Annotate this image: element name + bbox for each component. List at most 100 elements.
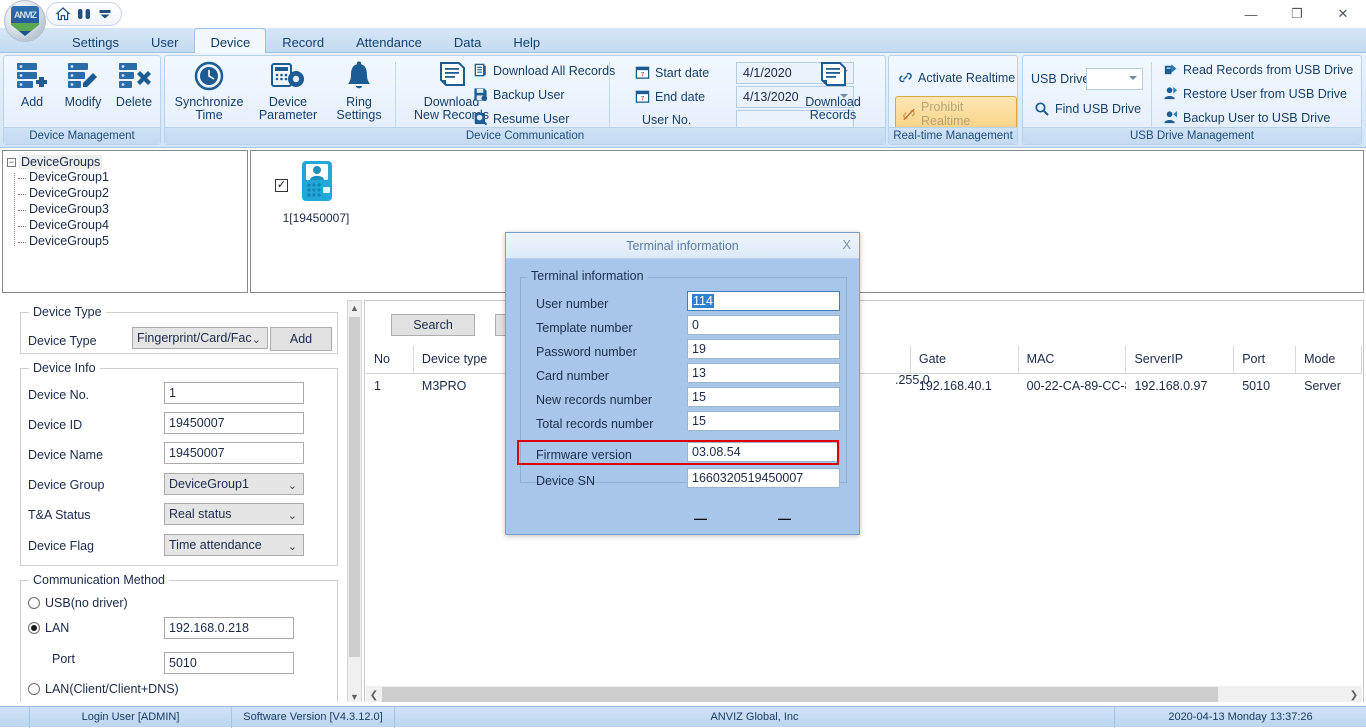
tree-item-devicegroup4[interactable]: DeviceGroup4 bbox=[29, 217, 247, 233]
dialog-close-icon[interactable]: X bbox=[842, 237, 851, 252]
scroll-left-icon[interactable]: ❮ bbox=[366, 690, 382, 701]
read-records-usb-button[interactable]: Read Records from USB Drive bbox=[1160, 61, 1356, 78]
restore-user-usb-button[interactable]: Restore User from USB Drive bbox=[1160, 85, 1350, 102]
chevron-down-icon[interactable]: ⌄ bbox=[252, 332, 261, 349]
device-flag-select[interactable]: Time attendance ⌄ bbox=[164, 534, 304, 556]
password-number-input[interactable]: 19 bbox=[687, 339, 840, 359]
tab-settings[interactable]: Settings bbox=[56, 28, 135, 53]
device-type-select[interactable]: Fingerprint/Card/Fac ⌄ bbox=[132, 327, 268, 349]
new-records-number-label: New records number bbox=[536, 393, 652, 407]
chevron-down-icon[interactable]: ⌄ bbox=[288, 539, 297, 556]
download-records-button[interactable]: Download Records bbox=[795, 59, 871, 124]
dropdown-icon[interactable] bbox=[97, 6, 113, 22]
dialog-button-2[interactable]: — bbox=[778, 511, 791, 526]
close-button[interactable]: ✕ bbox=[1320, 0, 1366, 28]
tree-root-node[interactable]: − DeviceGroups bbox=[7, 155, 247, 169]
chevron-down-icon[interactable]: ⌄ bbox=[288, 508, 297, 525]
column-header-serverip[interactable]: ServerIP bbox=[1126, 346, 1234, 373]
scrollbar-thumb[interactable] bbox=[349, 317, 360, 657]
maximize-button[interactable]: ❐ bbox=[1274, 0, 1320, 28]
column-header-gate[interactable]: Gate bbox=[911, 346, 1019, 373]
radio-lan-client-dns[interactable]: LAN(Client/Client+DNS) bbox=[28, 682, 179, 696]
status-company: ANVIZ Global, Inc bbox=[395, 707, 1115, 728]
add-device-type-button[interactable]: Add bbox=[270, 327, 332, 351]
port-input[interactable]: 5010 bbox=[164, 652, 294, 674]
device-no-input[interactable]: 1 bbox=[164, 382, 304, 404]
column-header-port[interactable]: Port bbox=[1234, 346, 1296, 373]
device-parameter-label2: Parameter bbox=[259, 109, 317, 122]
restore-icon bbox=[473, 111, 488, 126]
minimize-button[interactable]: — bbox=[1228, 0, 1274, 28]
column-header-mode[interactable]: Mode bbox=[1296, 346, 1362, 373]
radio-circle-selected[interactable] bbox=[28, 622, 40, 634]
column-header-no[interactable]: No bbox=[366, 346, 414, 373]
new-records-number-input[interactable]: 15 bbox=[687, 387, 840, 407]
total-records-number-input[interactable]: 15 bbox=[687, 411, 840, 431]
left-form-scrollbar[interactable]: ▲ ▼ bbox=[347, 300, 362, 706]
device-sn-input[interactable]: 1660320519450007 bbox=[687, 468, 840, 488]
find-usb-drive-button[interactable]: Find USB Drive bbox=[1031, 100, 1144, 118]
app-logo[interactable]: ANVIZ bbox=[4, 0, 46, 42]
device-id-input[interactable]: 19450007 bbox=[164, 412, 304, 434]
device-group-value: DeviceGroup1 bbox=[169, 477, 249, 491]
ring-settings-button[interactable]: Ring Settings bbox=[328, 59, 390, 124]
device-item[interactable]: ✓ 1[19450007] bbox=[271, 159, 361, 225]
tab-device[interactable]: Device bbox=[194, 28, 266, 53]
lan-ip-input[interactable]: 192.168.0.218 bbox=[164, 617, 294, 639]
radio-circle[interactable] bbox=[28, 597, 40, 609]
link-icon bbox=[898, 70, 913, 85]
scrollbar-track[interactable] bbox=[382, 687, 1346, 703]
tab-record[interactable]: Record bbox=[266, 28, 340, 53]
ribbon: Add Modify Delete Device Management bbox=[0, 53, 1366, 148]
ta-status-select[interactable]: Real status ⌄ bbox=[164, 503, 304, 525]
dialog-title-bar[interactable]: Terminal information X bbox=[506, 233, 859, 259]
radio-circle[interactable] bbox=[28, 683, 40, 695]
delete-button[interactable]: Delete bbox=[110, 59, 158, 111]
resume-user-button[interactable]: Resume User bbox=[470, 110, 572, 127]
scrollbar-thumb[interactable] bbox=[382, 687, 1218, 703]
dialog-button-1[interactable]: — bbox=[694, 511, 707, 526]
tab-help[interactable]: Help bbox=[497, 28, 556, 53]
download-all-records-button[interactable]: Download All Records bbox=[470, 62, 618, 79]
card-number-input[interactable]: 13 bbox=[687, 363, 840, 383]
device-checkbox[interactable]: ✓ bbox=[275, 179, 288, 192]
tree-item-devicegroup5[interactable]: DeviceGroup5 bbox=[29, 233, 247, 249]
download-all-records-label: Download All Records bbox=[493, 64, 615, 78]
cell-serverip: 192.168.0.97 bbox=[1126, 374, 1234, 400]
modify-button[interactable]: Modify bbox=[58, 59, 108, 111]
device-item-label: 1[19450007] bbox=[271, 211, 361, 225]
tab-user[interactable]: User bbox=[135, 28, 194, 53]
scroll-up-icon[interactable]: ▲ bbox=[348, 301, 361, 316]
synchronize-time-button[interactable]: Synchronize Time bbox=[171, 59, 247, 124]
chevron-down-icon[interactable]: ⌄ bbox=[288, 478, 297, 495]
ribbon-separator-4 bbox=[1151, 62, 1152, 134]
window-controls[interactable]: — ❐ ✕ bbox=[1228, 0, 1366, 28]
device-parameter-button[interactable]: Device Parameter bbox=[251, 59, 325, 124]
template-number-input[interactable]: 0 bbox=[687, 315, 840, 335]
radio-usb-no-driver[interactable]: USB(no driver) bbox=[28, 596, 128, 610]
activate-realtime-button[interactable]: Activate Realtime bbox=[895, 69, 1018, 86]
backup-user-usb-button[interactable]: Backup User to USB Drive bbox=[1160, 109, 1333, 126]
radio-lan[interactable]: LAN bbox=[28, 621, 69, 635]
tree-item-devicegroup3[interactable]: DeviceGroup3 bbox=[29, 201, 247, 217]
device-groups-tree[interactable]: − DeviceGroups DeviceGroup1 DeviceGroup2… bbox=[2, 150, 248, 293]
user-number-input[interactable]: 114 bbox=[687, 291, 840, 311]
device-name-input[interactable]: 19450007 bbox=[164, 442, 304, 464]
add-button[interactable]: Add bbox=[8, 59, 56, 111]
scroll-right-icon[interactable]: ❯ bbox=[1346, 690, 1362, 701]
device-group-select[interactable]: DeviceGroup1 ⌄ bbox=[164, 473, 304, 495]
search-button[interactable]: Search bbox=[391, 314, 475, 336]
tab-data[interactable]: Data bbox=[438, 28, 497, 53]
backup-user-button[interactable]: Backup User bbox=[470, 86, 568, 103]
tab-attendance[interactable]: Attendance bbox=[340, 28, 438, 53]
column-header-mac[interactable]: MAC bbox=[1019, 346, 1127, 373]
tree-item-devicegroup1[interactable]: DeviceGroup1 bbox=[29, 169, 247, 185]
usb-drive-caret-icon[interactable] bbox=[1129, 76, 1137, 80]
people-icon[interactable] bbox=[76, 6, 92, 22]
delete-rows-icon bbox=[117, 61, 151, 93]
home-icon[interactable] bbox=[55, 6, 71, 22]
tree-collapse-icon[interactable]: − bbox=[7, 158, 16, 167]
tree-item-devicegroup2[interactable]: DeviceGroup2 bbox=[29, 185, 247, 201]
quick-access-toolbar[interactable] bbox=[46, 2, 122, 26]
usb-drive-select[interactable] bbox=[1086, 68, 1143, 90]
